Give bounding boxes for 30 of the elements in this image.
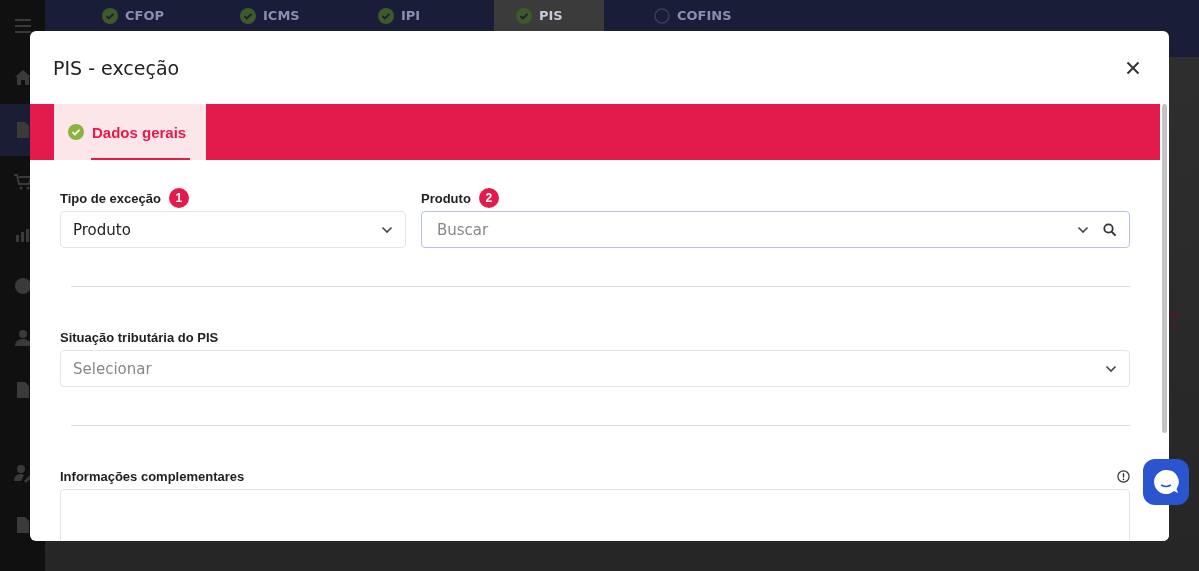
field-label: Situação tributária do PIS bbox=[60, 329, 219, 345]
chevron-down-icon bbox=[1105, 364, 1117, 373]
dialog-title: PIS - exceção bbox=[53, 56, 180, 79]
background-tab[interactable]: COFINS bbox=[632, 0, 742, 57]
field-label: Informações complementares bbox=[60, 468, 245, 484]
menu-icon[interactable] bbox=[12, 16, 33, 36]
background-tab[interactable]: IPI bbox=[356, 0, 466, 57]
select-field[interactable]: Produto bbox=[60, 211, 406, 248]
chevron-down-icon bbox=[1077, 225, 1089, 234]
background-tab[interactable]: CFOP bbox=[80, 0, 190, 57]
trash-icon bbox=[1166, 312, 1180, 328]
chat-button[interactable] bbox=[1143, 459, 1189, 505]
info-icon[interactable] bbox=[1117, 469, 1130, 483]
user-icon[interactable] bbox=[12, 328, 33, 348]
close-icon bbox=[1126, 60, 1140, 75]
tab[interactable]: Dados gerais bbox=[54, 104, 206, 160]
user-edit-icon[interactable] bbox=[12, 463, 33, 483]
step-badge: 2 bbox=[478, 188, 499, 208]
field-label: Tipo de exceção bbox=[60, 190, 161, 206]
coin-icon[interactable] bbox=[12, 276, 33, 296]
cart-icon[interactable] bbox=[12, 172, 33, 192]
search-field[interactable]: Buscar bbox=[421, 211, 1130, 248]
chevron-down-icon bbox=[381, 225, 393, 234]
scrollbar-thumb[interactable] bbox=[1162, 104, 1167, 433]
chat-icon bbox=[1152, 468, 1180, 496]
background-tab[interactable]: ICMS bbox=[218, 0, 328, 57]
search-icon bbox=[1103, 222, 1117, 237]
select-field[interactable]: Selecionar bbox=[60, 350, 1130, 387]
field-label: Produto bbox=[421, 190, 471, 206]
step-badge: 1 bbox=[168, 188, 189, 208]
